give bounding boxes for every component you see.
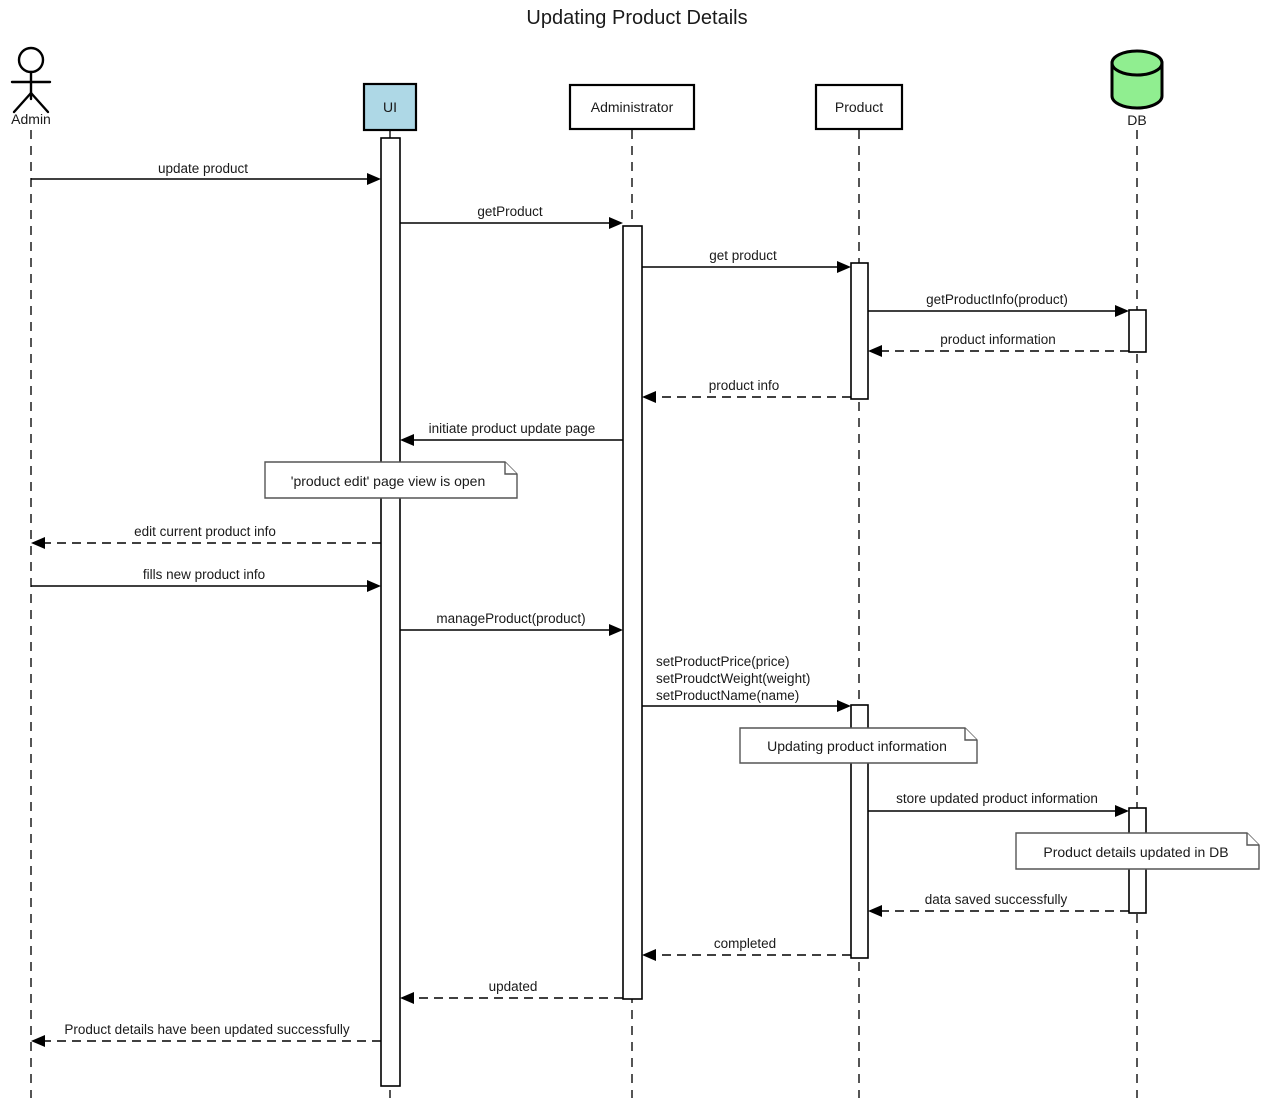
arrow-head bbox=[609, 217, 623, 229]
message-get-product-info[interactable]: getProductInfo(product) bbox=[868, 292, 1129, 317]
arrow-head bbox=[1115, 805, 1129, 817]
message-manage-product[interactable]: manageProduct(product) bbox=[400, 611, 623, 636]
activation-product-first bbox=[850, 262, 869, 400]
message-store-updated-product-information[interactable]: store updated product information bbox=[868, 791, 1129, 817]
message-label: edit current product info bbox=[134, 524, 276, 539]
arrow-head bbox=[367, 580, 381, 592]
note-text: Product details updated in DB bbox=[1043, 844, 1228, 860]
sequence-diagram-svg: Updating Product Details Admin UI Admini… bbox=[10, 7, 1260, 1098]
arrow-head bbox=[400, 992, 414, 1004]
message-updated[interactable]: updated bbox=[400, 979, 623, 1004]
message-product-details-updated-successfully[interactable]: Product details have been updated succes… bbox=[31, 1022, 381, 1047]
message-label: manageProduct(product) bbox=[436, 611, 585, 626]
arrow-head bbox=[642, 391, 656, 403]
message-label: data saved successfully bbox=[925, 892, 1068, 907]
note-product-edit-page: 'product edit' page view is open bbox=[264, 461, 518, 499]
message-product-information[interactable]: product information bbox=[868, 332, 1129, 357]
actor-head-icon bbox=[17, 46, 45, 74]
arrow-head bbox=[609, 624, 623, 636]
arrow-head bbox=[868, 345, 882, 357]
participant-label-db: DB bbox=[1127, 112, 1146, 128]
participant-label-admin: Admin bbox=[11, 111, 51, 127]
arrow-head bbox=[31, 537, 45, 549]
activation-ui-main bbox=[380, 137, 401, 1087]
note-text: Updating product information bbox=[767, 738, 947, 754]
activation-administrator-main bbox=[622, 225, 643, 1000]
arrow-head bbox=[868, 905, 882, 917]
message-data-saved-successfully[interactable]: data saved successfully bbox=[868, 892, 1129, 917]
activation-db-first bbox=[1128, 309, 1147, 353]
message-initiate-product-update-page[interactable]: initiate product update page bbox=[400, 421, 623, 446]
participant-admin[interactable]: Admin bbox=[10, 46, 52, 127]
participant-label-ui: UI bbox=[383, 99, 397, 115]
note-fold-corner-icon bbox=[964, 728, 977, 741]
message-update-product[interactable]: update product bbox=[31, 161, 381, 185]
note-text: 'product edit' page view is open bbox=[291, 473, 485, 489]
arrow-head bbox=[367, 173, 381, 185]
arrow-head bbox=[31, 1035, 45, 1047]
message-edit-current-product-info[interactable]: edit current product info bbox=[31, 524, 381, 549]
message-label: product info bbox=[709, 378, 780, 393]
note-product-details-updated-in-db: Product details updated in DB bbox=[1015, 832, 1260, 870]
arrow-head bbox=[1115, 305, 1129, 317]
message-get-product-camel[interactable]: getProduct bbox=[400, 204, 623, 229]
participant-db[interactable]: DB bbox=[1110, 49, 1164, 128]
participant-label-administrator: Administrator bbox=[591, 99, 674, 115]
page-title: Updating Product Details bbox=[526, 7, 747, 29]
note-fold-corner-icon bbox=[504, 462, 517, 475]
message-label: fills new product info bbox=[143, 567, 265, 582]
message-get-product[interactable]: get product bbox=[642, 248, 851, 273]
message-fills-new-product-info[interactable]: fills new product info bbox=[31, 567, 381, 592]
arrow-head bbox=[837, 700, 851, 712]
sequence-diagram-canvas: Updating Product Details Admin UI Admini… bbox=[0, 0, 1273, 1098]
participant-label-product: Product bbox=[835, 99, 883, 115]
message-label: store updated product information bbox=[896, 791, 1098, 806]
participant-ui[interactable]: UI bbox=[362, 82, 418, 132]
arrow-head bbox=[642, 949, 656, 961]
message-label: completed bbox=[714, 936, 776, 951]
message-set-product-attributes[interactable]: setProductPrice(price) setProudctWeight(… bbox=[642, 654, 851, 712]
message-label-line-3: setProductName(name) bbox=[656, 688, 799, 703]
arrow-head bbox=[837, 261, 851, 273]
message-label: initiate product update page bbox=[429, 421, 596, 436]
actor-leg-right-icon bbox=[29, 91, 50, 114]
arrow-head bbox=[400, 434, 414, 446]
participant-administrator[interactable]: Administrator bbox=[568, 83, 696, 131]
message-label-line-1: setProductPrice(price) bbox=[656, 654, 790, 669]
message-label: getProduct bbox=[477, 204, 543, 219]
database-cylinder-top-icon bbox=[1110, 49, 1164, 77]
message-completed[interactable]: completed bbox=[642, 936, 851, 961]
actor-leg-left-icon bbox=[12, 91, 33, 114]
message-label: Product details have been updated succes… bbox=[64, 1022, 349, 1037]
participant-product[interactable]: Product bbox=[814, 83, 904, 131]
message-product-info[interactable]: product info bbox=[642, 378, 851, 403]
note-updating-product-information: Updating product information bbox=[739, 727, 978, 764]
message-label: update product bbox=[158, 161, 248, 176]
message-label: product information bbox=[940, 332, 1056, 347]
message-label: getProductInfo(product) bbox=[926, 292, 1068, 307]
message-label: updated bbox=[489, 979, 538, 994]
message-label: get product bbox=[709, 248, 777, 263]
message-label-line-2: setProudctWeight(weight) bbox=[656, 671, 810, 686]
